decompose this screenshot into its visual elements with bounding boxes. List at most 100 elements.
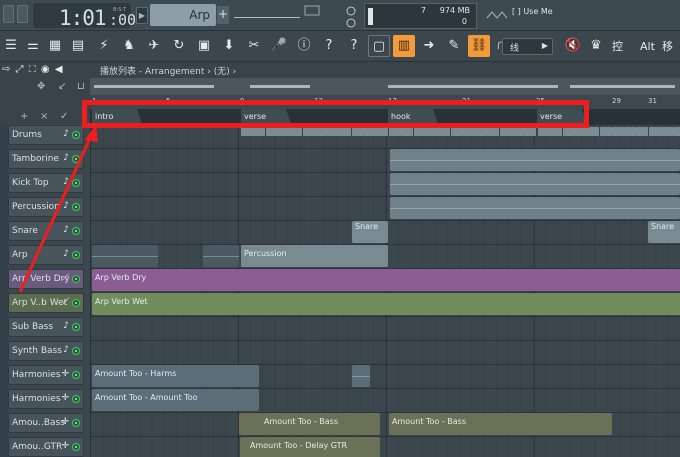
drum-pattern-clip[interactable] — [487, 127, 500, 136]
snare-clip[interactable]: Snare — [648, 221, 680, 243]
playlist-icon[interactable]: ☰ — [0, 35, 22, 57]
arp-clip[interactable] — [203, 245, 239, 267]
track-enable-led[interactable] — [72, 395, 80, 403]
cut-icon[interactable]: ✂ — [243, 35, 265, 57]
drum-pattern-clip[interactable] — [290, 127, 303, 136]
move-cross-icon[interactable]: ✥ — [37, 81, 45, 92]
drum-pattern-clip[interactable] — [624, 127, 637, 136]
master-volume-slider[interactable] — [234, 17, 300, 18]
drum-pattern-clip[interactable] — [562, 127, 575, 136]
snap-selector[interactable]: 线 ▶ — [502, 38, 553, 55]
song-position-display[interactable]: 1:01 :00 B:S:T — [33, 3, 136, 30]
drum-pattern-clip[interactable] — [611, 127, 624, 136]
tamborine-clip[interactable] — [390, 149, 680, 171]
bracket-icon[interactable]: ⊔ — [77, 81, 85, 92]
drum-pattern-clip[interactable] — [314, 127, 327, 136]
arp-verb-wet-clip[interactable]: Arp Verb Wet — [92, 293, 680, 315]
track-enable-led[interactable] — [72, 419, 80, 427]
arrow-icon[interactable]: ↙ — [58, 81, 66, 92]
track-header[interactable]: Synth Bass ♪ — [8, 341, 84, 361]
drum-pattern-clip[interactable] — [364, 127, 376, 136]
drum-pattern-clip[interactable] — [401, 127, 414, 136]
download-icon[interactable]: ✈ — [143, 35, 165, 57]
panel-icon[interactable]: ▢ — [368, 35, 390, 57]
drum-pattern-clip[interactable] — [524, 127, 537, 136]
harmonies-clip[interactable]: Amount Too - Amount Too — [92, 389, 259, 411]
track-enable-led[interactable] — [72, 155, 80, 163]
harmonies-clip[interactable] — [352, 365, 370, 387]
track-enable-led[interactable] — [72, 227, 80, 235]
drum-pattern-clip[interactable] — [499, 127, 512, 136]
link-icon[interactable]: ⛓ — [468, 35, 490, 57]
track-header[interactable]: Amou..Bass ✛ — [8, 413, 84, 433]
window-controls-icon[interactable]: ⇨ ⤢ ⛶ ◉ ◀ — [2, 64, 64, 75]
drum-pattern-clip[interactable] — [636, 127, 649, 136]
drum-pattern-clip[interactable] — [661, 127, 673, 136]
drum-pattern-clip[interactable] — [550, 127, 563, 136]
browser-icon[interactable]: ♞ — [118, 35, 140, 57]
track-enable-led[interactable] — [72, 203, 80, 211]
bass-clip[interactable]: Amount Too - Bass — [239, 413, 380, 435]
microphone-icon[interactable]: 🎤 — [268, 35, 290, 57]
playlist-grid[interactable]: Snare Snare Percussion Arp Verb Dry Arp … — [90, 124, 680, 457]
arrow-right-icon[interactable]: ➜ — [418, 35, 440, 57]
drum-pattern-clip[interactable] — [253, 127, 266, 136]
piano-roll-icon[interactable]: ▤ — [67, 35, 89, 57]
pattern-selector[interactable]: Arp — [150, 4, 216, 26]
drum-pattern-clip[interactable] — [241, 127, 253, 136]
mute-speaker-icon[interactable]: 🔇 — [562, 35, 584, 57]
drum-pattern-clip[interactable] — [425, 127, 438, 136]
drum-pattern-clip[interactable] — [450, 127, 463, 136]
track-header[interactable]: Snare ♪ — [8, 221, 84, 241]
gtr-clip[interactable]: Amount Too - Delay GTR — [240, 437, 380, 457]
drum-pattern-clip[interactable] — [673, 127, 680, 136]
track-header[interactable]: Percussion ♪ — [8, 197, 84, 217]
info-icon[interactable]: ⓘ — [293, 35, 315, 57]
delete-icon[interactable]: × — [40, 111, 48, 122]
pencil-icon[interactable]: ✎ — [443, 35, 465, 57]
song-overview[interactable] — [90, 78, 680, 95]
drum-pattern-clip[interactable] — [302, 127, 315, 136]
drum-pattern-clip[interactable] — [327, 127, 340, 136]
undo-icon[interactable]: ↻ — [168, 35, 190, 57]
drum-pattern-clip[interactable] — [265, 127, 278, 136]
drum-pattern-clip[interactable] — [389, 127, 401, 136]
track-enable-led[interactable] — [72, 299, 80, 307]
track-enable-led[interactable] — [72, 251, 80, 259]
drum-pattern-clip[interactable] — [351, 127, 364, 136]
drum-pattern-clip[interactable] — [574, 127, 587, 136]
check-icon[interactable]: ✓ — [60, 111, 68, 122]
drum-pattern-clip[interactable] — [438, 127, 451, 136]
track-enable-led[interactable] — [72, 443, 80, 451]
track-enable-led[interactable] — [72, 131, 80, 139]
track-header[interactable]: Arp Verb Dry ⟋ — [8, 269, 84, 289]
save-icon[interactable]: ▣ — [193, 35, 215, 57]
track-header[interactable]: Sub Bass ♪ — [8, 317, 84, 337]
drum-pattern-clip[interactable] — [462, 127, 475, 136]
drum-pattern-clip[interactable] — [587, 127, 600, 136]
kick-top-clip[interactable] — [390, 173, 680, 195]
drum-pattern-clip[interactable] — [339, 127, 352, 136]
export-icon[interactable]: ⬇ — [218, 35, 240, 57]
help-bubble-icon[interactable]: ? — [318, 35, 340, 57]
track-header[interactable]: Harmonies ✛ — [8, 365, 84, 385]
track-header[interactable]: Tamborine ♪ — [8, 149, 84, 169]
window-control[interactable] — [17, 5, 28, 23]
track-enable-led[interactable] — [72, 371, 80, 379]
harmonies-clip[interactable]: Amount Too - Harms — [92, 365, 259, 387]
move-button[interactable]: 移 — [662, 36, 673, 57]
master-pitch-knob[interactable] — [303, 3, 360, 28]
plugin-icon[interactable]: ⚡ — [93, 35, 115, 57]
window-control[interactable] — [3, 5, 14, 23]
arp-verb-dry-clip[interactable]: Arp Verb Dry — [92, 269, 680, 291]
add-pattern-button[interactable]: + — [217, 6, 229, 24]
drum-pattern-clip[interactable] — [512, 127, 524, 136]
arp-clip[interactable] — [92, 245, 158, 267]
track-header[interactable]: Kick Top ♪ — [8, 173, 84, 193]
track-enable-led[interactable] — [72, 323, 80, 331]
track-enable-led[interactable] — [72, 275, 80, 283]
drum-pattern-clip[interactable] — [277, 127, 290, 136]
track-scroll-strip[interactable] — [0, 124, 8, 457]
add-icon[interactable]: + — [20, 111, 28, 122]
track-header[interactable]: Amou..GTR ✛ — [8, 437, 84, 457]
